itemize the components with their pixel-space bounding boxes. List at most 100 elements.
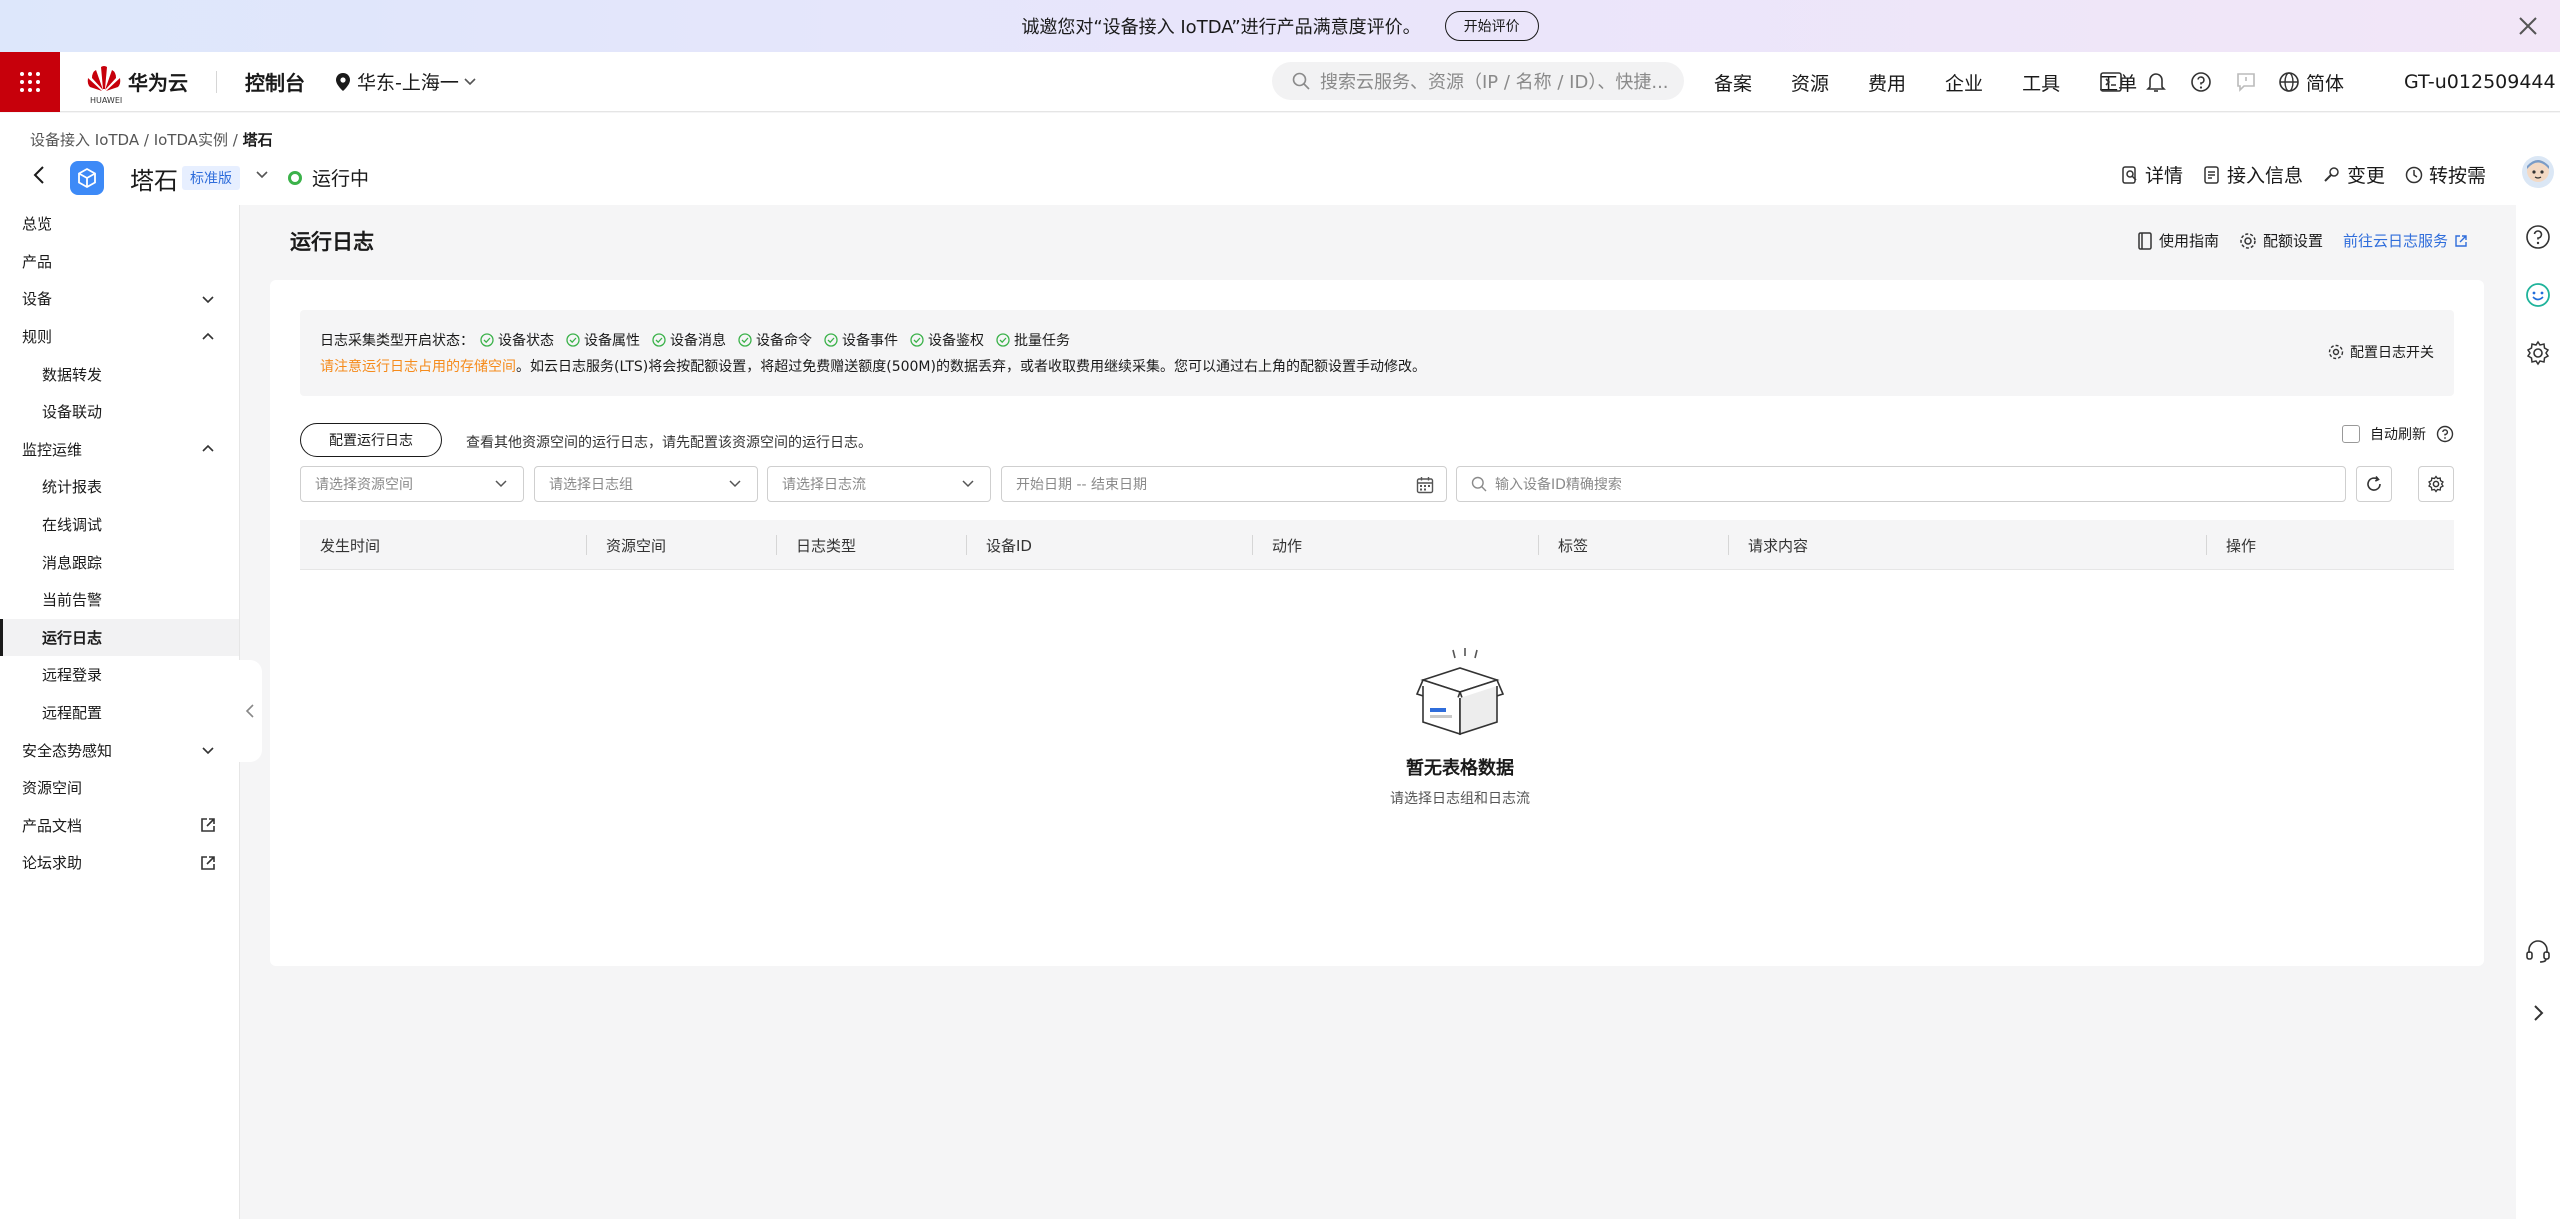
language-selector[interactable]: 简体	[2278, 69, 2344, 96]
right-tool-rail	[2516, 148, 2560, 1219]
gear-icon	[2428, 475, 2444, 493]
log-group-select[interactable]: 请选择日志组	[534, 466, 758, 502]
instance-name: 塔石	[130, 167, 178, 195]
menu-tools[interactable]: 工具	[2022, 69, 2060, 96]
configure-run-log-button[interactable]: 配置运行日志	[300, 423, 442, 457]
console-link[interactable]: 控制台	[245, 67, 305, 96]
page-title: 运行日志	[290, 230, 374, 254]
help-icon[interactable]	[2525, 224, 2551, 250]
sidebar-item-10[interactable]: 当前告警	[0, 581, 239, 619]
sidebar-item-12[interactable]: 远程登录	[0, 656, 239, 694]
region-selector[interactable]: 华东-上海一	[335, 68, 487, 95]
instance-switch-chevron-icon[interactable]	[252, 169, 272, 183]
smile-icon[interactable]	[2525, 282, 2551, 308]
date-range-picker[interactable]: 开始日期 -- 结束日期	[1001, 466, 1447, 502]
sidebar-collapse-button[interactable]	[238, 660, 262, 762]
to-on-demand-button[interactable]: 转按需	[2405, 161, 2486, 188]
check-circle-icon	[480, 333, 494, 347]
device-id-search-input[interactable]: 输入设备ID精确搜索	[1456, 466, 2346, 502]
sidebar-item-5[interactable]: 设备联动	[0, 393, 239, 431]
close-icon[interactable]	[2512, 10, 2544, 42]
go-to-lts-label: 前往云日志服务	[2342, 232, 2448, 250]
resource-space-select[interactable]: 请选择资源空间	[300, 466, 524, 502]
sidebar-item-label: 设备联动	[42, 403, 103, 422]
instance-header: 设备接入 IoTDA / IoTDA实例 / 塔石 塔石 标准版 运行中 详情 …	[0, 113, 2560, 205]
sidebar-item-4[interactable]: 数据转发	[0, 355, 239, 393]
log-switch-button[interactable]: 配置日志开关	[2328, 342, 2434, 362]
collection-type-2: 设备消息	[652, 330, 726, 350]
log-switch-label: 配置日志开关	[2350, 345, 2434, 361]
empty-subtitle: 请选择日志组和日志流	[1390, 791, 1530, 807]
sidebar-item-16[interactable]: 产品文档	[0, 807, 239, 845]
sidebar-item-label: 总览	[22, 215, 53, 234]
sidebar-item-label: 产品	[22, 252, 53, 271]
service-list-button[interactable]	[0, 51, 60, 112]
language-label: 简体	[2306, 72, 2345, 95]
sidebar-item-label: 监控运维	[22, 440, 83, 459]
sidebar-item-8[interactable]: 在线调试	[0, 506, 239, 544]
access-info-label: 接入信息	[2226, 165, 2303, 187]
breadcrumb: 设备接入 IoTDA / IoTDA实例 / 塔石	[30, 131, 273, 149]
empty-title: 暂无表格数据	[1406, 758, 1514, 779]
start-survey-button[interactable]: 开始评价	[1444, 11, 1539, 41]
column-log-type: 日志类型	[796, 536, 857, 555]
headset-icon[interactable]	[2525, 938, 2551, 964]
sidebar-item-13[interactable]: 远程配置	[0, 694, 239, 732]
sidebar-item-6[interactable]: 监控运维	[0, 431, 239, 469]
sidebar-item-14[interactable]: 安全态势感知	[0, 731, 239, 769]
sidebar-item-15[interactable]: 资源空间	[0, 769, 239, 807]
assistant-avatar[interactable]	[2522, 156, 2554, 188]
auto-refresh-toggle[interactable]: 自动刷新	[2342, 424, 2454, 444]
quota-settings-button[interactable]: 配额设置	[2239, 230, 2323, 251]
table-settings-button[interactable]	[2418, 466, 2454, 502]
user-guide-button[interactable]: 使用指南	[2137, 230, 2219, 251]
chevron-right-icon[interactable]	[2525, 1000, 2551, 1026]
cloud-shell-icon[interactable]	[2098, 69, 2124, 95]
auto-refresh-checkbox[interactable]	[2342, 425, 2360, 443]
top-icons: 简体	[2098, 52, 2344, 112]
sidebar-item-1[interactable]: 产品	[0, 243, 239, 281]
sidebar-item-7[interactable]: 统计报表	[0, 468, 239, 506]
account-menu[interactable]: GT-u012509444	[2404, 52, 2556, 112]
menu-billing[interactable]: 费用	[1868, 69, 1906, 96]
collection-type-label: 设备消息	[670, 333, 726, 349]
sidebar-item-17[interactable]: 论坛求助	[0, 844, 239, 882]
location-icon	[336, 72, 350, 91]
check-circle-icon	[824, 333, 838, 347]
feedback-icon[interactable]	[2233, 69, 2259, 95]
sidebar-item-11[interactable]: 运行日志	[0, 618, 239, 657]
global-search-input[interactable]: 搜索云服务、资源（IP / 名称 / ID）、快捷...	[1272, 62, 1684, 100]
sidebar-item-9[interactable]: 消息跟踪	[0, 543, 239, 581]
log-card: 日志采集类型开启状态： 设备状态 设备属性 设备消息 设备命令 设备事件 设备鉴权 批量任务…	[270, 280, 2484, 966]
collection-status-line: 日志采集类型开启状态： 设备状态 设备属性 设备消息 设备命令 设备事件 设备鉴权 批量任务	[320, 330, 1082, 350]
log-stream-select[interactable]: 请选择日志流	[767, 466, 991, 502]
refresh-button[interactable]	[2356, 466, 2392, 502]
sidebar-item-3[interactable]: 规则	[0, 318, 239, 356]
empty-box-icon	[1415, 648, 1505, 736]
breadcrumb-instances[interactable]: IoTDA实例	[154, 131, 228, 149]
collection-status-label: 日志采集类型开启状态：	[320, 333, 474, 349]
help-icon[interactable]	[2188, 69, 2214, 95]
breadcrumb-iotda[interactable]: 设备接入 IoTDA	[30, 131, 139, 149]
collection-notice: 日志采集类型开启状态： 设备状态 设备属性 设备消息 设备命令 设备事件 设备鉴权 批量任务…	[300, 310, 2454, 396]
column-tags: 标签	[1558, 536, 1589, 555]
storage-warning-link[interactable]: 请注意运行日志占用的存储空间	[320, 359, 516, 375]
go-to-lts-link[interactable]: 前往云日志服务	[2343, 230, 2468, 251]
menu-filing[interactable]: 备案	[1714, 69, 1752, 96]
details-button[interactable]: 详情	[2121, 161, 2183, 188]
help-icon[interactable]	[2436, 425, 2454, 443]
sidebar: 总览产品设备 规则 数据转发设备联动监控运维统计报表 在线调试 消息跟踪 当前告警 运行日志…	[0, 205, 240, 1219]
bell-icon[interactable]	[2143, 69, 2169, 95]
change-button[interactable]: 变更	[2323, 161, 2385, 188]
gear-icon[interactable]	[2525, 340, 2551, 366]
back-arrow-icon[interactable]	[28, 163, 52, 187]
access-info-button[interactable]: 接入信息	[2203, 161, 2303, 188]
collection-type-label: 设备状态	[498, 333, 554, 349]
huawei-cloud-logo[interactable]: 华为云	[86, 64, 188, 100]
sidebar-item-label: 远程配置	[42, 704, 103, 723]
check-circle-icon	[996, 333, 1010, 347]
menu-enterprise[interactable]: 企业	[1945, 69, 1983, 96]
menu-resources[interactable]: 资源	[1791, 69, 1829, 96]
sidebar-item-0[interactable]: 总览	[0, 205, 239, 243]
sidebar-item-2[interactable]: 设备	[0, 280, 239, 318]
